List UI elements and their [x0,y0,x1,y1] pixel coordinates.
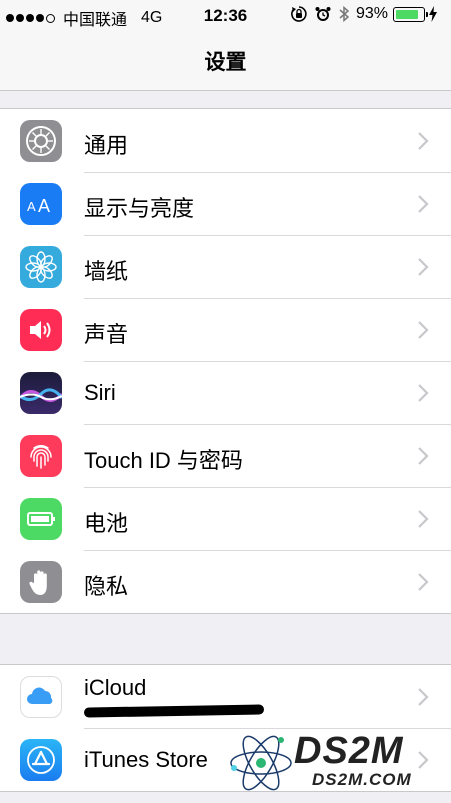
atom-logo-icon [230,735,292,791]
gear-icon [20,120,62,162]
row-label: 墙纸 [84,259,129,284]
settings-row-icloud[interactable]: iCloud [0,665,451,728]
battery-cap [426,11,428,17]
alarm-icon [315,7,331,21]
settings-row-wallpaper[interactable]: 墙纸 [0,235,451,298]
status-bar: 中国联通 4G 12:36 93% [0,0,451,32]
redacted-account [83,704,265,718]
chevron-right-icon [418,321,429,339]
watermark-brand: DS2M [294,730,404,772]
settings-row-touch-id[interactable]: Touch ID 与密码 [0,424,451,487]
chevron-right-icon [418,510,429,528]
settings-row-sounds[interactable]: 声音 [0,298,451,361]
fingerprint-icon [20,435,62,477]
wallpaper-flower-icon [20,246,62,288]
app-store-icon [20,739,62,781]
watermark: DS2M DS2M.COM [226,728,446,800]
display-brightness-icon: A A [20,183,62,225]
chevron-right-icon [418,195,429,213]
battery-level-fill [396,9,418,19]
chevron-right-icon [418,447,429,465]
row-label: 电池 [84,511,129,536]
navigation-bar: 设置 [0,32,451,91]
svg-text:A: A [27,199,36,214]
siri-icon [20,372,62,414]
rotation-lock-icon [291,6,307,22]
cloud-icon [20,676,62,718]
row-label: 显示与亮度 [84,196,195,221]
status-right: 93% [290,5,443,23]
chevron-right-icon [418,258,429,276]
settings-row-general[interactable]: 通用 [0,109,451,172]
chevron-right-icon [418,573,429,591]
battery-icon [20,498,62,540]
row-label: Touch ID 与密码 [84,448,243,473]
charging-bolt-icon [429,6,437,22]
settings-row-privacy[interactable]: 隐私 [0,550,451,613]
page-title: 设置 [204,51,247,74]
row-label: iTunes Store [84,747,208,772]
settings-row-battery[interactable]: 电池 [0,487,451,550]
settings-group-1: 通用 A A 显示与亮度 墙纸 声音 Siri Touch ID 与密码 电池 … [0,108,451,614]
row-label: Siri [84,380,116,405]
chevron-right-icon [418,384,429,402]
settings-row-siri[interactable]: Siri [0,361,451,424]
hand-icon [20,561,62,603]
chevron-right-icon [418,132,429,150]
svg-text:A: A [38,196,50,216]
battery-indicator-icon [393,6,428,22]
battery-percent: 93% [355,5,388,22]
chevron-right-icon [418,688,429,706]
watermark-url: DS2M.COM [312,770,412,789]
bluetooth-icon [339,5,350,23]
speaker-icon [20,309,62,351]
row-label: iCloud [84,675,147,700]
row-label: 声音 [84,322,129,347]
settings-row-display[interactable]: A A 显示与亮度 [0,172,451,235]
row-label: 隐私 [84,574,129,599]
row-label: 通用 [84,133,129,158]
